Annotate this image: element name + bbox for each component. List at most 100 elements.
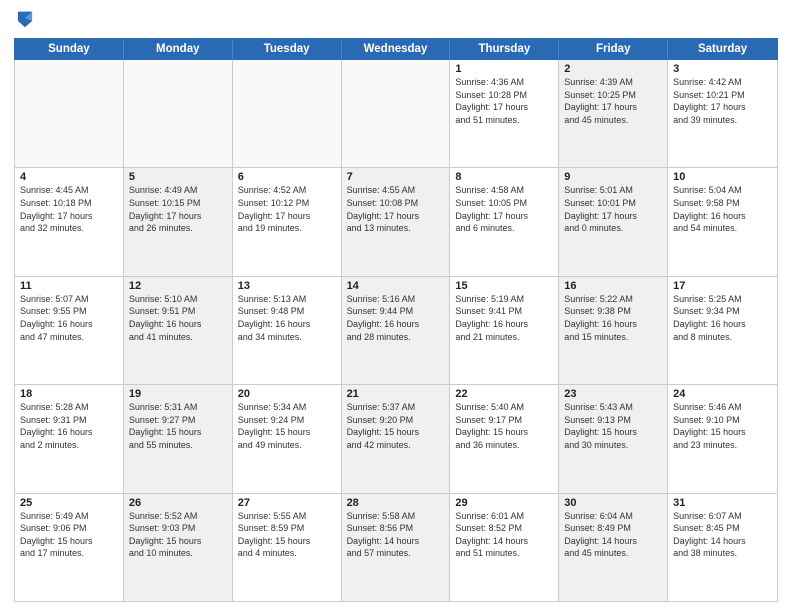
cal-week-2: 4Sunrise: 4:45 AM Sunset: 10:18 PM Dayli…	[15, 168, 777, 276]
day-number: 28	[347, 497, 445, 509]
cell-text: Sunrise: 5:25 AM Sunset: 9:34 PM Dayligh…	[673, 293, 772, 343]
logo-icon	[16, 10, 34, 32]
cell-text: Sunrise: 4:42 AM Sunset: 10:21 PM Daylig…	[673, 76, 772, 126]
cell-text: Sunrise: 5:43 AM Sunset: 9:13 PM Dayligh…	[564, 401, 662, 451]
calendar-body: 1Sunrise: 4:36 AM Sunset: 10:28 PM Dayli…	[14, 60, 778, 602]
cal-cell-day-8: 8Sunrise: 4:58 AM Sunset: 10:05 PM Dayli…	[450, 168, 559, 275]
cal-cell-day-16: 16Sunrise: 5:22 AM Sunset: 9:38 PM Dayli…	[559, 277, 668, 384]
day-number: 3	[673, 63, 772, 75]
cal-cell-day-1: 1Sunrise: 4:36 AM Sunset: 10:28 PM Dayli…	[450, 60, 559, 167]
cell-text: Sunrise: 5:49 AM Sunset: 9:06 PM Dayligh…	[20, 510, 118, 560]
header-day-wednesday: Wednesday	[342, 39, 451, 59]
day-number: 21	[347, 388, 445, 400]
logo	[14, 10, 36, 32]
page: SundayMondayTuesdayWednesdayThursdayFrid…	[0, 0, 792, 612]
day-number: 15	[455, 280, 553, 292]
cal-cell-day-19: 19Sunrise: 5:31 AM Sunset: 9:27 PM Dayli…	[124, 385, 233, 492]
cal-cell-day-5: 5Sunrise: 4:49 AM Sunset: 10:15 PM Dayli…	[124, 168, 233, 275]
day-number: 7	[347, 171, 445, 183]
day-number: 14	[347, 280, 445, 292]
day-number: 24	[673, 388, 772, 400]
header-day-saturday: Saturday	[668, 39, 777, 59]
cell-text: Sunrise: 5:13 AM Sunset: 9:48 PM Dayligh…	[238, 293, 336, 343]
day-number: 1	[455, 63, 553, 75]
cal-cell-day-30: 30Sunrise: 6:04 AM Sunset: 8:49 PM Dayli…	[559, 494, 668, 601]
day-number: 20	[238, 388, 336, 400]
cell-text: Sunrise: 5:10 AM Sunset: 9:51 PM Dayligh…	[129, 293, 227, 343]
cell-text: Sunrise: 5:52 AM Sunset: 9:03 PM Dayligh…	[129, 510, 227, 560]
day-number: 16	[564, 280, 662, 292]
cal-cell-empty	[124, 60, 233, 167]
cal-cell-empty	[15, 60, 124, 167]
cal-cell-day-17: 17Sunrise: 5:25 AM Sunset: 9:34 PM Dayli…	[668, 277, 777, 384]
cell-text: Sunrise: 5:31 AM Sunset: 9:27 PM Dayligh…	[129, 401, 227, 451]
cell-text: Sunrise: 5:37 AM Sunset: 9:20 PM Dayligh…	[347, 401, 445, 451]
cell-text: Sunrise: 5:28 AM Sunset: 9:31 PM Dayligh…	[20, 401, 118, 451]
cal-cell-day-3: 3Sunrise: 4:42 AM Sunset: 10:21 PM Dayli…	[668, 60, 777, 167]
cal-cell-day-13: 13Sunrise: 5:13 AM Sunset: 9:48 PM Dayli…	[233, 277, 342, 384]
cal-cell-day-21: 21Sunrise: 5:37 AM Sunset: 9:20 PM Dayli…	[342, 385, 451, 492]
day-number: 11	[20, 280, 118, 292]
day-number: 23	[564, 388, 662, 400]
header	[14, 10, 778, 32]
day-number: 26	[129, 497, 227, 509]
cal-cell-day-24: 24Sunrise: 5:46 AM Sunset: 9:10 PM Dayli…	[668, 385, 777, 492]
cell-text: Sunrise: 6:07 AM Sunset: 8:45 PM Dayligh…	[673, 510, 772, 560]
day-number: 18	[20, 388, 118, 400]
cell-text: Sunrise: 4:36 AM Sunset: 10:28 PM Daylig…	[455, 76, 553, 126]
cal-cell-day-18: 18Sunrise: 5:28 AM Sunset: 9:31 PM Dayli…	[15, 385, 124, 492]
cal-cell-day-4: 4Sunrise: 4:45 AM Sunset: 10:18 PM Dayli…	[15, 168, 124, 275]
cal-cell-day-12: 12Sunrise: 5:10 AM Sunset: 9:51 PM Dayli…	[124, 277, 233, 384]
cell-text: Sunrise: 4:39 AM Sunset: 10:25 PM Daylig…	[564, 76, 662, 126]
cal-cell-day-20: 20Sunrise: 5:34 AM Sunset: 9:24 PM Dayli…	[233, 385, 342, 492]
day-number: 31	[673, 497, 772, 509]
day-number: 8	[455, 171, 553, 183]
cal-cell-day-22: 22Sunrise: 5:40 AM Sunset: 9:17 PM Dayli…	[450, 385, 559, 492]
cal-cell-day-10: 10Sunrise: 5:04 AM Sunset: 9:58 PM Dayli…	[668, 168, 777, 275]
day-number: 9	[564, 171, 662, 183]
day-number: 2	[564, 63, 662, 75]
cell-text: Sunrise: 5:34 AM Sunset: 9:24 PM Dayligh…	[238, 401, 336, 451]
cell-text: Sunrise: 6:01 AM Sunset: 8:52 PM Dayligh…	[455, 510, 553, 560]
calendar-header: SundayMondayTuesdayWednesdayThursdayFrid…	[14, 38, 778, 60]
cal-cell-day-23: 23Sunrise: 5:43 AM Sunset: 9:13 PM Dayli…	[559, 385, 668, 492]
cal-week-5: 25Sunrise: 5:49 AM Sunset: 9:06 PM Dayli…	[15, 494, 777, 601]
day-number: 22	[455, 388, 553, 400]
header-day-sunday: Sunday	[15, 39, 124, 59]
cal-cell-day-7: 7Sunrise: 4:55 AM Sunset: 10:08 PM Dayli…	[342, 168, 451, 275]
day-number: 12	[129, 280, 227, 292]
day-number: 17	[673, 280, 772, 292]
cell-text: Sunrise: 5:22 AM Sunset: 9:38 PM Dayligh…	[564, 293, 662, 343]
cal-week-4: 18Sunrise: 5:28 AM Sunset: 9:31 PM Dayli…	[15, 385, 777, 493]
cal-cell-day-11: 11Sunrise: 5:07 AM Sunset: 9:55 PM Dayli…	[15, 277, 124, 384]
cell-text: Sunrise: 4:49 AM Sunset: 10:15 PM Daylig…	[129, 184, 227, 234]
cal-cell-day-28: 28Sunrise: 5:58 AM Sunset: 8:56 PM Dayli…	[342, 494, 451, 601]
cell-text: Sunrise: 5:04 AM Sunset: 9:58 PM Dayligh…	[673, 184, 772, 234]
cell-text: Sunrise: 4:58 AM Sunset: 10:05 PM Daylig…	[455, 184, 553, 234]
cell-text: Sunrise: 4:55 AM Sunset: 10:08 PM Daylig…	[347, 184, 445, 234]
day-number: 25	[20, 497, 118, 509]
cell-text: Sunrise: 4:52 AM Sunset: 10:12 PM Daylig…	[238, 184, 336, 234]
header-day-tuesday: Tuesday	[233, 39, 342, 59]
cal-cell-day-14: 14Sunrise: 5:16 AM Sunset: 9:44 PM Dayli…	[342, 277, 451, 384]
cal-cell-day-9: 9Sunrise: 5:01 AM Sunset: 10:01 PM Dayli…	[559, 168, 668, 275]
cal-cell-day-27: 27Sunrise: 5:55 AM Sunset: 8:59 PM Dayli…	[233, 494, 342, 601]
header-day-thursday: Thursday	[450, 39, 559, 59]
cell-text: Sunrise: 5:16 AM Sunset: 9:44 PM Dayligh…	[347, 293, 445, 343]
day-number: 27	[238, 497, 336, 509]
cell-text: Sunrise: 5:58 AM Sunset: 8:56 PM Dayligh…	[347, 510, 445, 560]
calendar: SundayMondayTuesdayWednesdayThursdayFrid…	[14, 38, 778, 602]
header-day-friday: Friday	[559, 39, 668, 59]
day-number: 10	[673, 171, 772, 183]
day-number: 13	[238, 280, 336, 292]
cal-week-3: 11Sunrise: 5:07 AM Sunset: 9:55 PM Dayli…	[15, 277, 777, 385]
cal-cell-empty	[342, 60, 451, 167]
day-number: 30	[564, 497, 662, 509]
day-number: 29	[455, 497, 553, 509]
cell-text: Sunrise: 5:07 AM Sunset: 9:55 PM Dayligh…	[20, 293, 118, 343]
cal-cell-day-2: 2Sunrise: 4:39 AM Sunset: 10:25 PM Dayli…	[559, 60, 668, 167]
cell-text: Sunrise: 5:19 AM Sunset: 9:41 PM Dayligh…	[455, 293, 553, 343]
cal-week-1: 1Sunrise: 4:36 AM Sunset: 10:28 PM Dayli…	[15, 60, 777, 168]
cell-text: Sunrise: 4:45 AM Sunset: 10:18 PM Daylig…	[20, 184, 118, 234]
day-number: 19	[129, 388, 227, 400]
